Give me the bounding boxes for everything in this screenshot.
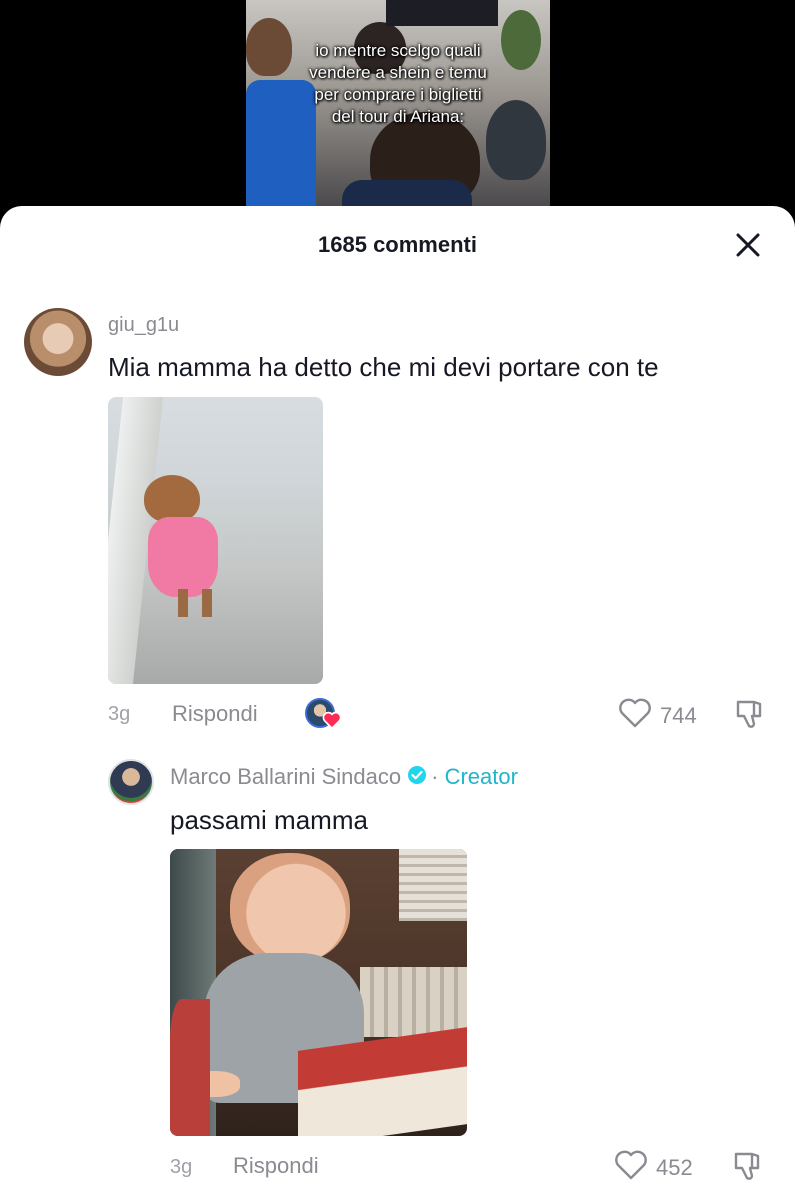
avatar[interactable] (108, 759, 154, 805)
username-text: Marco Ballarini Sindaco (170, 764, 402, 789)
dog-leg (178, 589, 188, 617)
like-count: 452 (656, 1154, 693, 1180)
comment-time: 3g (170, 1156, 193, 1178)
heart-icon (322, 711, 342, 734)
creator-badge: Creator (444, 764, 518, 789)
chair-shape (170, 999, 210, 1136)
baby-head (230, 853, 350, 963)
comment-gif[interactable] (170, 849, 467, 1136)
avatar[interactable] (24, 308, 92, 376)
dislike-icon[interactable] (732, 698, 766, 735)
reply-button[interactable]: Rispondi (233, 1153, 319, 1179)
video-thumbnail[interactable]: io mentre scelgo quali vendere a shein e… (246, 0, 550, 230)
heart-outline-icon (614, 1150, 648, 1185)
separator-dot: · (431, 764, 439, 789)
video-preview-area[interactable]: io mentre scelgo quali vendere a shein e… (0, 0, 795, 230)
window-shape (399, 849, 467, 921)
verified-badge-icon (407, 765, 427, 791)
dog-figure (144, 475, 200, 523)
radiator-shape (360, 967, 467, 1037)
comment-username[interactable]: Marco Ballarini Sindaco · Creator (170, 764, 518, 791)
like-button[interactable]: 744 (618, 698, 697, 733)
comment-gif[interactable] (108, 397, 323, 684)
dislike-icon[interactable] (730, 1150, 764, 1187)
video-caption: io mentre scelgo quali vendere a shein e… (309, 41, 487, 126)
like-count: 744 (660, 702, 697, 728)
reply-button[interactable]: Rispondi (172, 701, 258, 727)
comments-sheet: 1685 commenti giu_g1u Mia mamma ha detto… (0, 206, 795, 1200)
comments-header: 1685 commenti (0, 206, 795, 286)
dress-shape (148, 517, 218, 597)
dog-leg (202, 589, 212, 617)
comment-username[interactable]: giu_g1u (108, 314, 179, 337)
comment-text: Mia mamma ha detto che mi devi portare c… (108, 352, 659, 382)
comment-text: passami mamma (170, 805, 368, 835)
comments-count-title: 1685 commenti (318, 232, 477, 257)
heart-outline-icon (618, 698, 652, 733)
figure-shape (386, 0, 498, 26)
like-button[interactable]: 452 (614, 1150, 693, 1185)
comment-time: 3g (108, 703, 131, 725)
close-icon[interactable] (733, 230, 763, 260)
